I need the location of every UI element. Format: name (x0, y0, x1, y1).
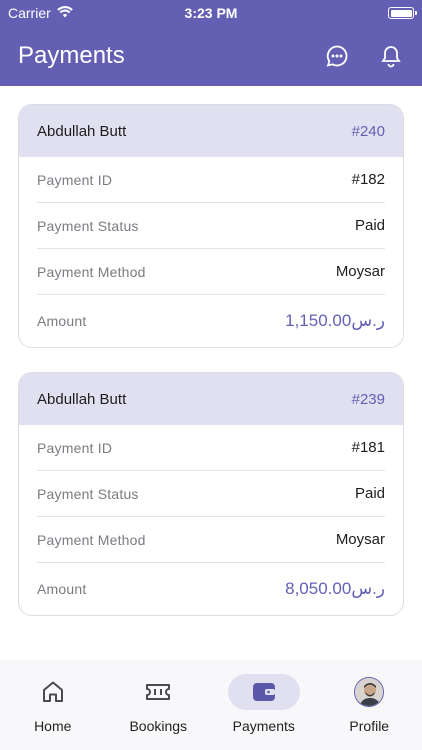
row-value: Paid (354, 217, 385, 234)
payment-card[interactable]: Abdullah Butt #239 Payment ID #181 Payme… (18, 372, 404, 616)
row-value: #182 (351, 171, 385, 188)
booking-ref: #239 (351, 390, 385, 408)
avatar-wrap (333, 674, 405, 710)
row-label: Payment ID (37, 439, 113, 456)
row-label: Payment Method (37, 531, 146, 548)
tab-payments[interactable]: Payments (214, 674, 314, 734)
tab-home[interactable]: Home (3, 674, 103, 734)
row-value: Paid (354, 485, 385, 502)
payment-status-row: Payment Status Paid (37, 203, 385, 249)
booking-ref: #240 (351, 122, 385, 140)
status-left: Carrier (8, 5, 73, 21)
payment-id-row: Payment ID #182 (37, 157, 385, 203)
tab-label: Payments (232, 718, 295, 734)
card-header: Abdullah Butt #239 (19, 373, 403, 425)
carrier-label: Carrier (8, 5, 51, 21)
card-body: Payment ID #182 Payment Status Paid Paym… (19, 157, 403, 347)
avatar (354, 677, 385, 707)
app-header: Payments (0, 26, 422, 86)
tab-bookings[interactable]: Bookings (108, 674, 208, 734)
bottom-tab-bar: Home Bookings Payments Profile (0, 660, 422, 750)
bell-icon[interactable] (378, 43, 404, 69)
payment-method-row: Payment Method Moysar (37, 249, 385, 295)
amount-value: ر.س1,150.00 (285, 311, 385, 330)
battery-icon (388, 7, 417, 19)
payments-list: Abdullah Butt #240 Payment ID #182 Payme… (0, 86, 422, 660)
row-label: Payment Status (37, 217, 139, 234)
tab-label: Profile (349, 718, 390, 734)
customer-name: Abdullah Butt (37, 122, 127, 140)
row-label: Payment Method (37, 263, 146, 280)
row-label: Payment ID (37, 171, 113, 188)
row-label: Payment Status (37, 485, 139, 502)
tab-label: Bookings (129, 718, 188, 734)
row-value: Moysar (335, 263, 385, 280)
payment-id-row: Payment ID #181 (37, 425, 385, 471)
tab-profile[interactable]: Profile (319, 674, 419, 734)
header-actions (324, 43, 404, 69)
amount-row: Amount ر.س8,050.00 (37, 563, 385, 615)
amount-row: Amount ر.س1,150.00 (37, 295, 385, 347)
page-title: Payments (18, 42, 125, 69)
amount-value: ر.س8,050.00 (285, 579, 385, 598)
wifi-icon (56, 5, 73, 21)
wallet-icon (227, 674, 300, 710)
card-header: Abdullah Butt #240 (19, 105, 403, 157)
payment-card[interactable]: Abdullah Butt #240 Payment ID #182 Payme… (18, 104, 404, 348)
card-body: Payment ID #181 Payment Status Paid Paym… (19, 425, 403, 615)
row-label: Amount (37, 313, 87, 329)
chat-icon[interactable] (324, 43, 350, 69)
row-label: Amount (37, 581, 87, 597)
payment-status-row: Payment Status Paid (37, 471, 385, 517)
payment-method-row: Payment Method Moysar (37, 517, 385, 563)
ticket-icon (122, 674, 194, 710)
customer-name: Abdullah Butt (37, 390, 127, 408)
status-bar: Carrier 3:23 PM (0, 0, 422, 26)
row-value: #181 (351, 439, 385, 456)
home-icon (17, 674, 89, 710)
tab-label: Home (34, 718, 72, 734)
row-value: Moysar (335, 531, 385, 548)
